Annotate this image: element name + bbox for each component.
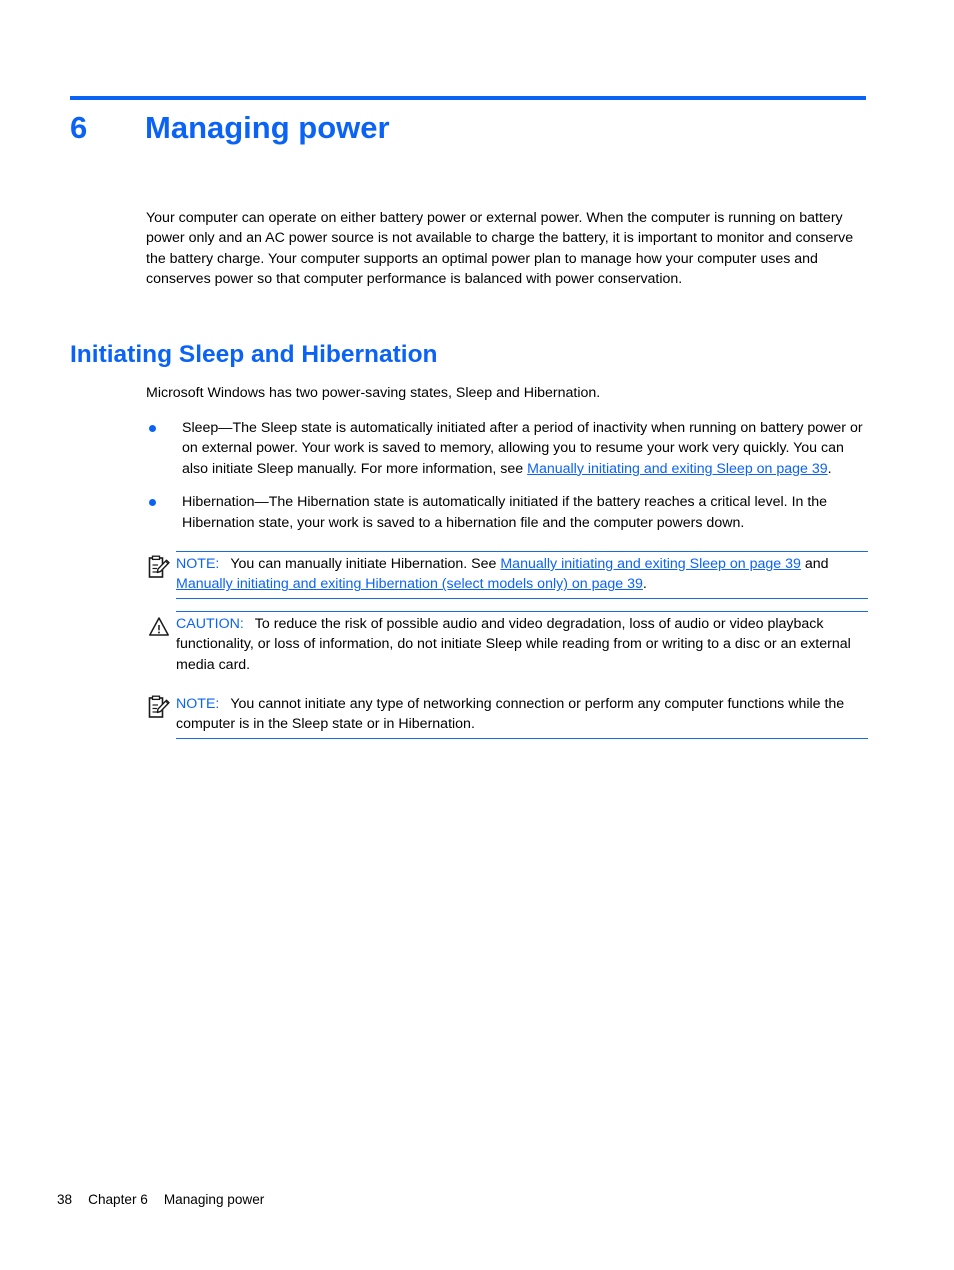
admonition-text-0: You can manually initiate Hibernation. S…	[230, 556, 501, 572]
caution-warning-triangle-icon	[148, 615, 170, 639]
admonition-label: CAUTION:	[176, 615, 244, 632]
admonition-spacer	[120, 599, 868, 611]
footer-chapter-label: Chapter 6	[88, 1192, 148, 1207]
admonition-bottom-rule	[176, 737, 868, 739]
chapter-title: Managing power	[145, 110, 390, 145]
section-heading: Initiating Sleep and Hibernation	[70, 341, 438, 368]
admonition-label: NOTE:	[176, 696, 220, 713]
list-item-text: Sleep—The Sleep state is automatically i…	[182, 418, 868, 479]
bullet-dot-icon	[146, 418, 182, 479]
admonition-spacer	[120, 678, 868, 692]
list-item-text-lead: Hibernation—The Hibernation state is aut…	[182, 494, 828, 531]
footer-page-number: 38	[57, 1192, 73, 1207]
chapter-top-rule	[70, 96, 866, 100]
admonition-text-0: You cannot initiate any type of networki…	[176, 696, 845, 733]
admonition-text-2: and	[800, 556, 829, 572]
bullet-dot-icon	[146, 492, 182, 533]
document-page: 6 Managing power Your computer can opera…	[0, 0, 954, 1270]
intro-paragraph: Your computer can operate on either batt…	[146, 210, 854, 288]
xref-link-sleep[interactable]: Manually initiating and exiting Sleep on…	[527, 461, 828, 477]
bullet-list: Sleep—The Sleep state is automatically i…	[146, 418, 868, 546]
xref-link-hibernation[interactable]: Manually initiating and exiting Hibernat…	[176, 576, 643, 592]
chapter-number: 6	[70, 110, 88, 145]
admonition-label: NOTE:	[176, 556, 220, 572]
admonition-note-2-body: NOTE: You cannot initiate any type of net…	[148, 692, 868, 738]
xref-link-sleep[interactable]: Manually initiating and exiting Sleep on…	[500, 556, 801, 572]
list-item: Hibernation—The Hibernation state is aut…	[146, 492, 868, 533]
list-item: Sleep—The Sleep state is automatically i…	[146, 418, 868, 479]
admonition-note-1: NOTE: You can manually initiate Hibernati…	[120, 551, 868, 599]
footer-chapter-title: Managing power	[163, 1192, 265, 1207]
page-footer: 38 Chapter 6 Managing power	[57, 1192, 264, 1207]
list-item-text-tail: .	[827, 460, 832, 477]
section-lead-paragraph: Microsoft Windows has two power-saving s…	[146, 385, 601, 401]
note-clipboard-pencil-icon	[148, 695, 170, 719]
list-item-text: Hibernation—The Hibernation state is aut…	[182, 492, 868, 533]
note-clipboard-pencil-icon	[148, 555, 170, 579]
admonition-note-2: NOTE: You cannot initiate any type of net…	[120, 692, 868, 739]
admonition-stack: NOTE: You can manually initiate Hibernati…	[120, 551, 868, 739]
chapter-heading: 6 Managing power	[70, 106, 870, 150]
admonition-caution: CAUTION: To reduce the risk of possible a…	[120, 610, 868, 678]
admonition-bottom-rule	[176, 597, 868, 599]
admonition-text-4: .	[642, 576, 647, 593]
admonition-note-1-body: NOTE: You can manually initiate Hibernati…	[148, 552, 868, 598]
admonition-caution-body: CAUTION: To reduce the risk of possible a…	[148, 612, 868, 678]
admonition-text-0: To reduce the risk of possible audio and…	[176, 615, 851, 673]
intro-paragraph-block: Your computer can operate on either batt…	[146, 208, 868, 290]
